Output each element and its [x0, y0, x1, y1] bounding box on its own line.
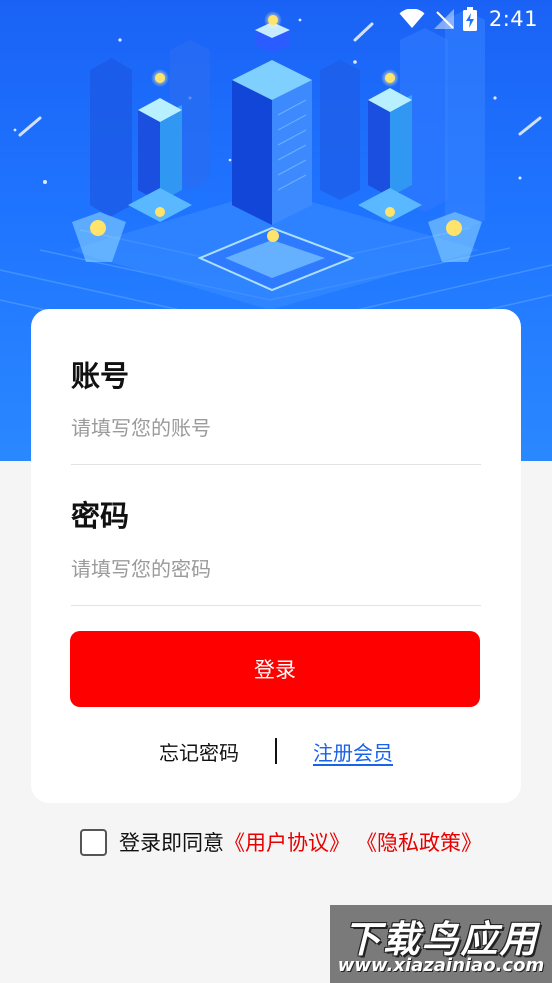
watermark-url: www.xiazainiao.com	[337, 955, 545, 976]
agreement-prefix: 登录即同意	[119, 831, 224, 855]
user-agreement-link[interactable]: 《用户协议》	[224, 827, 350, 857]
status-bar: 2:41	[0, 0, 552, 38]
register-link[interactable]: 注册会员	[313, 737, 393, 766]
auth-links: 忘记密码 注册会员	[31, 735, 521, 767]
agreement-row: 登录即同意 《用户协议》 《隐私政策》	[80, 826, 482, 858]
account-divider	[71, 464, 481, 465]
links-separator	[275, 738, 277, 764]
wifi-icon	[399, 9, 425, 29]
password-input[interactable]	[71, 547, 481, 591]
agreement-checkbox[interactable]	[80, 828, 107, 856]
password-divider	[71, 605, 481, 606]
privacy-policy-link[interactable]: 《隐私政策》	[356, 827, 482, 857]
login-card: 账号 密码 登录 忘记密码 注册会员	[31, 309, 521, 803]
status-time: 2:41	[488, 7, 538, 31]
battery-charging-icon	[462, 7, 477, 31]
login-button[interactable]: 登录	[70, 631, 480, 707]
watermark: 下载鸟应用 www.xiazainiao.com	[330, 905, 552, 983]
account-label: 账号	[71, 359, 130, 393]
password-label: 密码	[71, 499, 130, 533]
account-input[interactable]	[71, 406, 481, 450]
forgot-password-link[interactable]: 忘记密码	[159, 737, 239, 766]
signal-icon	[433, 8, 455, 30]
